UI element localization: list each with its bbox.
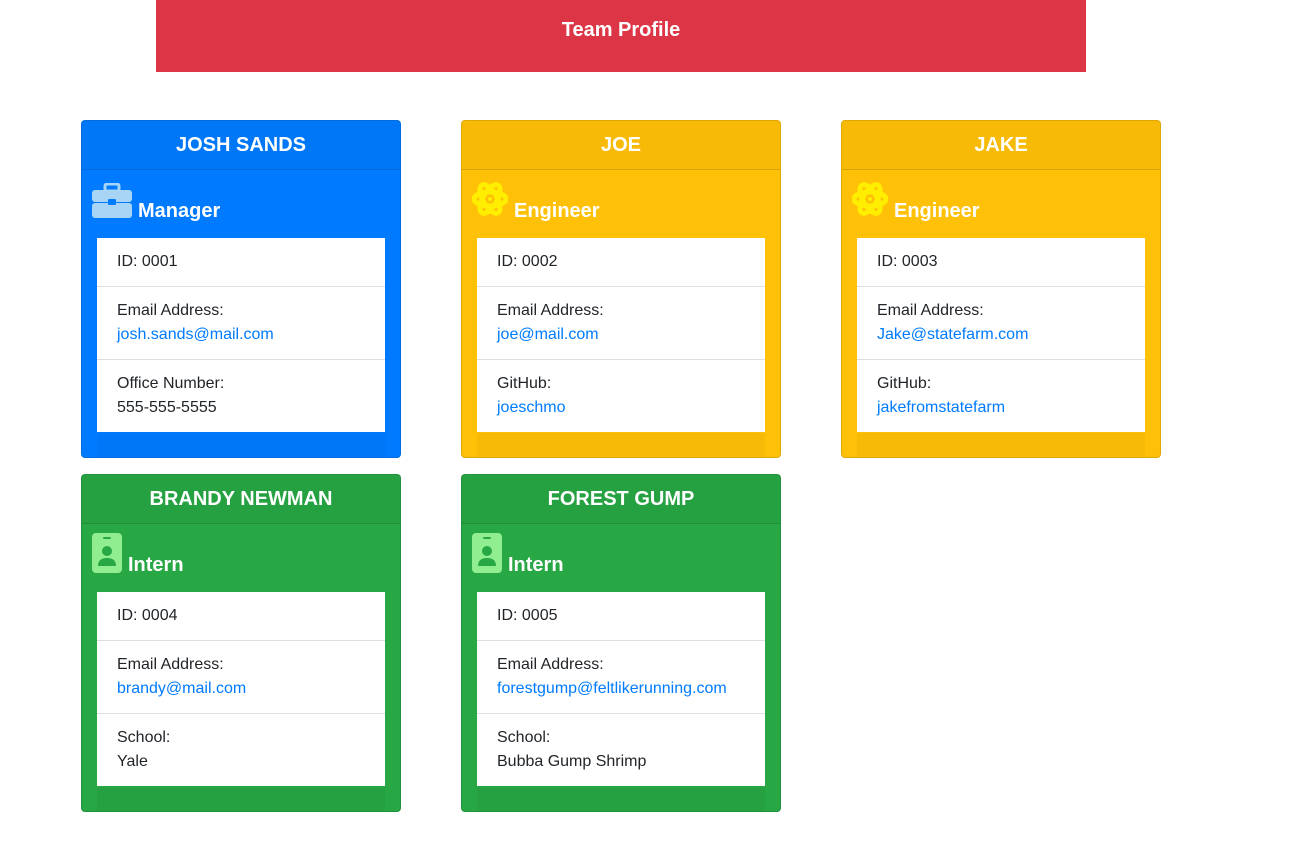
card-footer [477, 433, 765, 457]
office-number-row: Office Number: 555-555-5555 [97, 360, 385, 432]
office-number-label: Office Number: [117, 375, 225, 392]
atom-icon [471, 179, 509, 225]
briefcase-icon [92, 182, 132, 225]
school-row: School: Bubba Gump Shrimp [477, 714, 765, 786]
card-header: JOE [462, 121, 780, 170]
role-label: Engineer [514, 200, 600, 222]
id-row: ID: 0003 [857, 238, 1145, 287]
employee-card-engineer: JAKE Engineer ID: 0003 Email Address: Ja… [841, 120, 1161, 458]
card-header: FOREST GUMP [462, 475, 780, 524]
github-link[interactable]: jakefromstatefarm [877, 399, 1005, 416]
id-text: ID: 0003 [877, 253, 938, 270]
role-row: Engineer [471, 182, 600, 225]
id-badge-icon [92, 533, 122, 579]
email-link[interactable]: brandy@mail.com [117, 680, 246, 697]
id-row: ID: 0005 [477, 592, 765, 641]
role-row: Manager [92, 182, 221, 225]
email-label: Email Address: [497, 302, 604, 319]
email-row: Email Address: brandy@mail.com [97, 641, 385, 714]
page-header-banner: Team Profile [156, 0, 1086, 72]
employee-name: JOSH SANDS [175, 133, 307, 156]
email-label: Email Address: [877, 302, 984, 319]
role-label: Intern [128, 554, 184, 576]
role-row: Intern [472, 533, 564, 579]
github-row: GitHub: jakefromstatefarm [857, 360, 1145, 432]
github-label: GitHub: [877, 375, 932, 392]
email-row: Email Address: joe@mail.com [477, 287, 765, 360]
employee-name: FOREST GUMP [547, 487, 695, 510]
school-value: Yale [117, 753, 148, 770]
id-text: ID: 0005 [497, 607, 558, 624]
info-list: ID: 0001 Email Address: josh.sands@mail.… [97, 238, 385, 432]
email-label: Email Address: [117, 302, 224, 319]
card-footer [97, 787, 385, 811]
info-list: ID: 0002 Email Address: joe@mail.com Git… [477, 238, 765, 432]
atom-icon [851, 179, 889, 225]
school-value: Bubba Gump Shrimp [497, 753, 647, 770]
employee-card-intern: FOREST GUMP Intern ID: 0005 Email Addres… [461, 474, 781, 812]
page-title: Team Profile [561, 18, 681, 41]
employee-name: BRANDY NEWMAN [149, 487, 333, 510]
github-row: GitHub: joeschmo [477, 360, 765, 432]
email-label: Email Address: [497, 656, 604, 673]
email-label: Email Address: [117, 656, 224, 673]
card-footer [477, 787, 765, 811]
role-row: Engineer [851, 182, 980, 225]
email-link[interactable]: josh.sands@mail.com [117, 326, 274, 343]
employee-card-intern: BRANDY NEWMAN Intern ID: 0004 Email Addr… [81, 474, 401, 812]
email-link[interactable]: joe@mail.com [497, 326, 599, 343]
office-number-value: 555-555-5555 [117, 399, 217, 416]
card-header: JAKE [842, 121, 1160, 170]
employee-card-manager: JOSH SANDS Manager ID: 0001 Email Addres… [81, 120, 401, 458]
school-row: School: Yale [97, 714, 385, 786]
school-label: School: [497, 729, 551, 746]
role-row: Intern [92, 533, 184, 579]
school-label: School: [117, 729, 171, 746]
id-text: ID: 0002 [497, 253, 558, 270]
card-header: BRANDY NEWMAN [82, 475, 400, 524]
email-link[interactable]: forestgump@feltlikerunning.com [497, 680, 727, 697]
card-header: JOSH SANDS [82, 121, 400, 170]
info-list: ID: 0005 Email Address: forestgump@feltl… [477, 592, 765, 786]
id-row: ID: 0002 [477, 238, 765, 287]
role-label: Manager [138, 200, 221, 222]
email-row: Email Address: Jake@statefarm.com [857, 287, 1145, 360]
role-label: Intern [508, 554, 564, 576]
id-badge-icon [472, 533, 502, 579]
employee-name: JOE [600, 133, 642, 156]
github-label: GitHub: [497, 375, 552, 392]
info-list: ID: 0004 Email Address: brandy@mail.com … [97, 592, 385, 786]
employee-card-engineer: JOE Engineer ID: 0002 Email Address: joe… [461, 120, 781, 458]
card-footer [97, 433, 385, 457]
id-text: ID: 0004 [117, 607, 178, 624]
id-text: ID: 0001 [117, 253, 178, 270]
info-list: ID: 0003 Email Address: Jake@statefarm.c… [857, 238, 1145, 432]
github-link[interactable]: joeschmo [497, 399, 565, 416]
id-row: ID: 0004 [97, 592, 385, 641]
email-link[interactable]: Jake@statefarm.com [877, 326, 1028, 343]
role-label: Engineer [894, 200, 980, 222]
card-footer [857, 433, 1145, 457]
id-row: ID: 0001 [97, 238, 385, 287]
email-row: Email Address: josh.sands@mail.com [97, 287, 385, 360]
email-row: Email Address: forestgump@feltlikerunnin… [477, 641, 765, 714]
employee-name: JAKE [974, 133, 1028, 156]
